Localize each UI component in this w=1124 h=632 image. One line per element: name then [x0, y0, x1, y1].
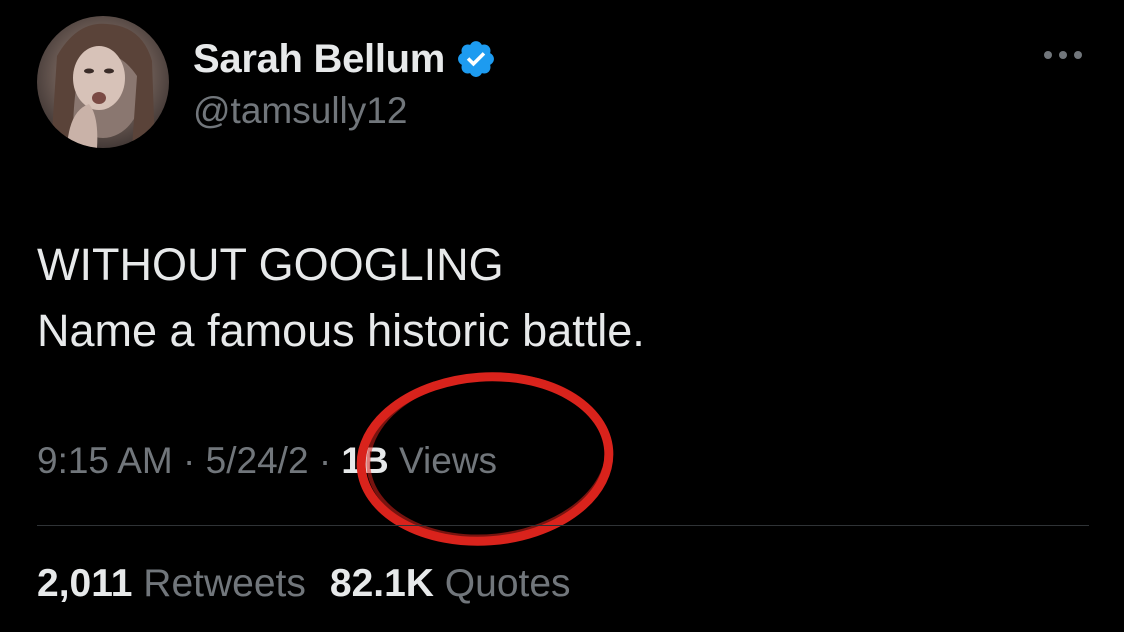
avatar-photo: [51, 23, 155, 148]
more-horizontal-icon[interactable]: [1040, 40, 1086, 70]
tweet-text: WITHOUT GOOGLING Name a famous historic …: [37, 232, 645, 364]
views-label: Views: [399, 440, 498, 481]
views-count: 1B: [341, 440, 389, 481]
tweet-line: Name a famous historic battle.: [37, 305, 645, 356]
quotes-stat[interactable]: 82.1K Quotes: [330, 562, 571, 605]
author-handle[interactable]: @tamsully12: [193, 90, 407, 132]
tweet-meta: 9:15 AM · 5/24/2 · 1B Views: [37, 440, 497, 482]
verified-badge-icon: [458, 41, 494, 77]
tweet-date[interactable]: 5/24/2: [206, 440, 309, 481]
divider: [37, 525, 1089, 526]
meta-separator: ·: [318, 440, 332, 481]
retweets-label: Retweets: [143, 562, 306, 605]
quotes-count: 82.1K: [329, 562, 434, 605]
retweets-count: 2,011: [37, 562, 133, 605]
author-name-row: Sarah Bellum: [193, 34, 497, 84]
tweet-time[interactable]: 9:15 AM: [37, 440, 173, 481]
meta-separator: ·: [183, 440, 196, 481]
tweet-line: WITHOUT GOOGLING: [37, 239, 504, 290]
author-avatar[interactable]: [37, 16, 169, 148]
retweets-stat[interactable]: 2,011 Retweets: [37, 562, 306, 605]
tweet-stats: 2,011 Retweets 82.1K Quotes: [37, 562, 571, 606]
quotes-label: Quotes: [444, 562, 571, 605]
author-display-name[interactable]: Sarah Bellum: [193, 37, 445, 82]
